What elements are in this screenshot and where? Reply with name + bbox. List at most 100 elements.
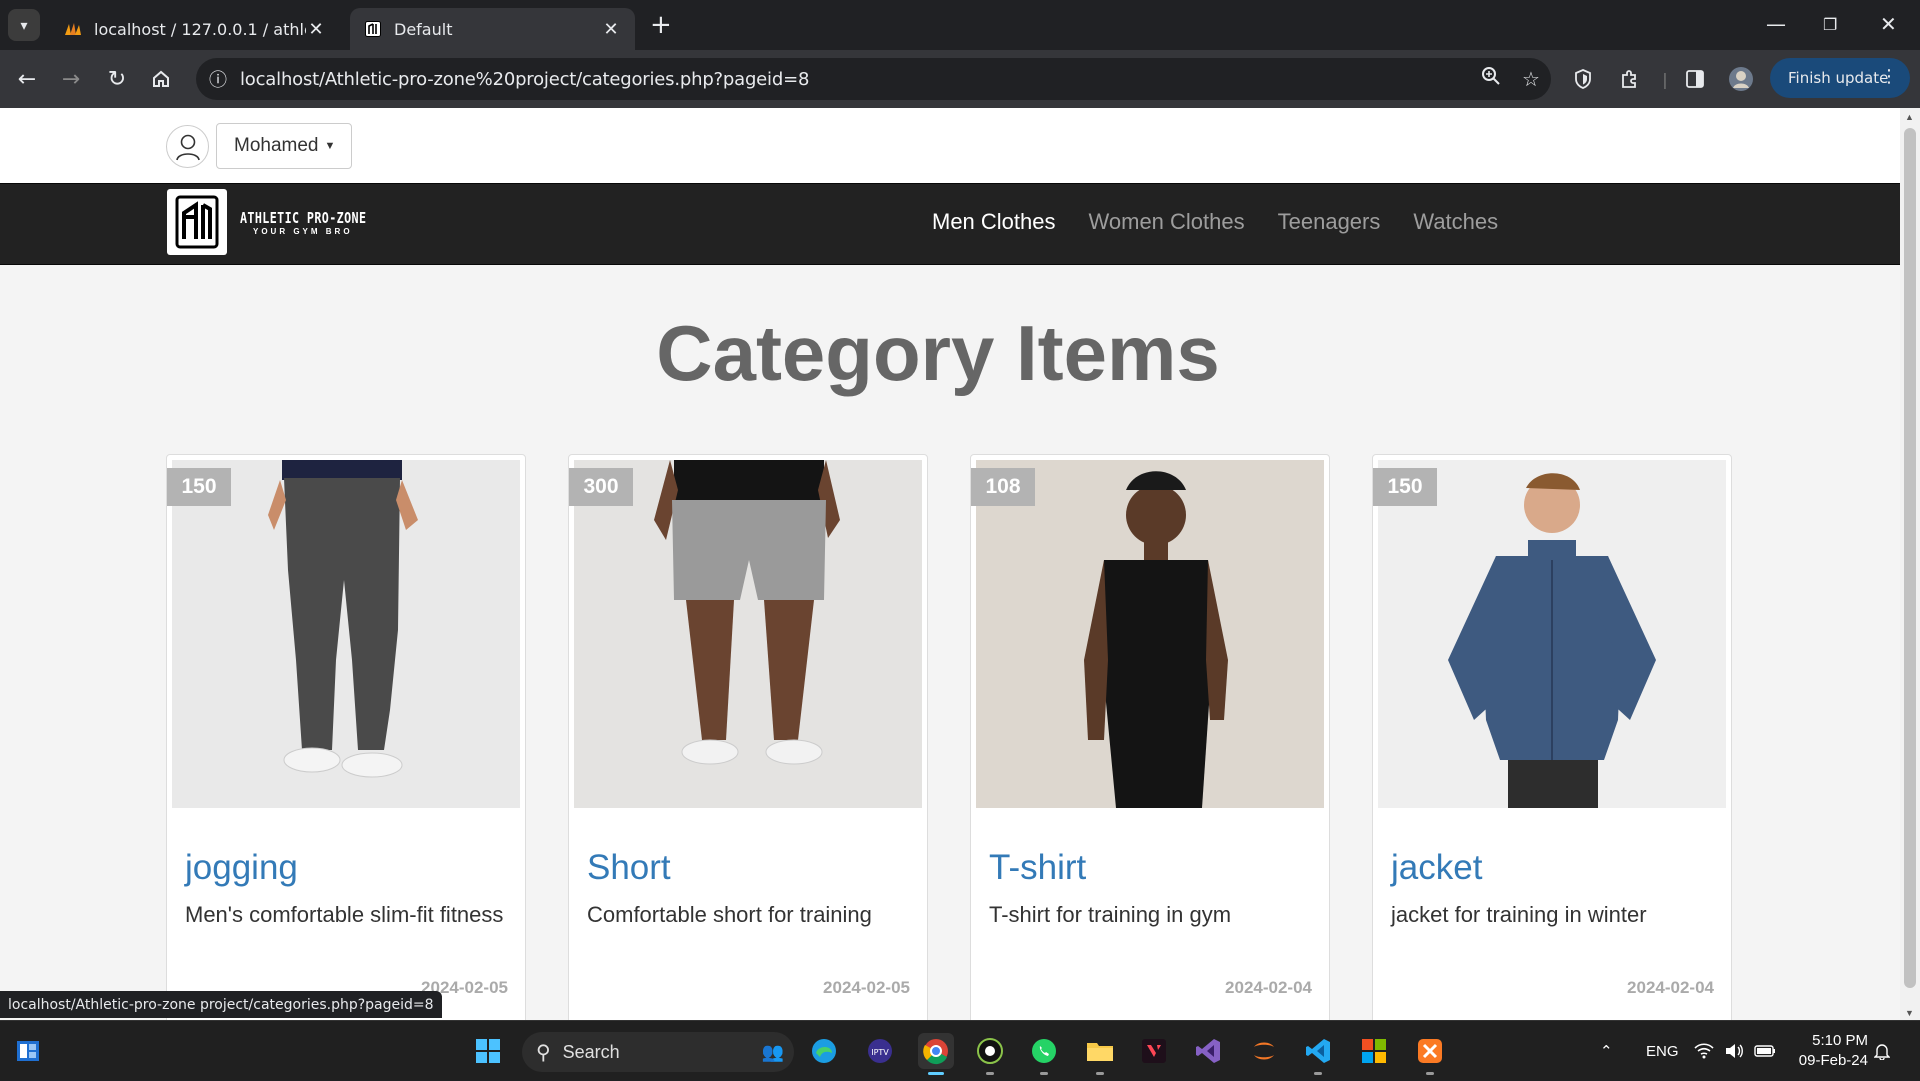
product-card[interactable]: 150 jacket jacket for training in winter… [1372, 454, 1732, 1020]
wifi-icon[interactable] [1694, 1021, 1714, 1081]
vscode-icon[interactable] [1300, 1033, 1336, 1075]
widgets-icon[interactable] [10, 1033, 46, 1069]
shield-extension-icon[interactable] [1568, 64, 1598, 94]
product-description: T-shirt for training in gym [989, 902, 1232, 927]
more-menu-icon[interactable]: ⋮ [1880, 66, 1898, 87]
nav-link-men-clothes[interactable]: Men Clothes [932, 209, 1056, 235]
tab-phpmyadmin[interactable]: localhost / 127.0.0.1 / athletic_p ✕ [50, 8, 340, 50]
product-image-short[interactable] [574, 460, 922, 808]
search-icon: ⚲ [536, 1041, 551, 1064]
product-date: 2024-02-05 [823, 978, 910, 997]
price-badge: 300 [569, 468, 633, 506]
product-name-link[interactable]: jacket [1391, 848, 1482, 888]
brand-logo[interactable]: ATHLETIC PRO-ZONE YOUR GYM BRO [167, 189, 402, 255]
address-url[interactable]: localhost/Athletic-pro-zone%20project/ca… [240, 69, 1471, 90]
product-image-jacket[interactable] [1378, 460, 1726, 808]
reload-icon[interactable]: ↻ [102, 64, 132, 94]
price-badge: 108 [971, 468, 1035, 506]
new-tab-button[interactable]: + [650, 10, 672, 40]
chevron-down-icon: ▾ [20, 16, 28, 33]
profile-avatar-icon[interactable] [1726, 64, 1756, 94]
tab-title: Default [394, 19, 453, 39]
restore-icon[interactable]: ❐ [1823, 15, 1837, 34]
product-card[interactable]: 150 jogging Men's comfortable slim-fit f… [166, 454, 526, 1020]
browser-tab-bar: ▾ localhost / 127.0.0.1 / athletic_p ✕ D… [0, 0, 1920, 50]
product-name-link[interactable]: Short [587, 848, 671, 888]
jupyter-icon[interactable] [1246, 1033, 1282, 1069]
page-title: Category Items [656, 309, 1220, 397]
system-clock[interactable]: 5:10 PM 09-Feb-24 [1792, 1031, 1868, 1071]
forward-icon[interactable]: → [56, 64, 86, 94]
toolbar-divider: | [1662, 69, 1668, 89]
windows-start-icon[interactable] [470, 1033, 506, 1069]
iptv-icon[interactable]: IPTV [862, 1033, 898, 1069]
finish-update-button[interactable]: Finish update ⋮ [1770, 58, 1910, 98]
scroll-up-icon[interactable]: ▲ [1905, 112, 1914, 122]
close-icon[interactable]: ✕ [306, 19, 326, 40]
nav-link-watches[interactable]: Watches [1413, 209, 1498, 235]
tab-default[interactable]: Default ✕ [350, 8, 635, 50]
scrollbar-thumb[interactable] [1904, 128, 1916, 988]
xampp-icon[interactable] [1412, 1033, 1448, 1075]
brand-title: ATHLETIC PRO-ZONE [240, 208, 367, 227]
minimize-icon[interactable]: — [1766, 12, 1786, 36]
product-name-link[interactable]: T-shirt [989, 848, 1086, 888]
bookmark-star-icon[interactable]: ☆ [1511, 67, 1551, 92]
home-icon[interactable] [146, 64, 176, 94]
nav-link-teenagers[interactable]: Teenagers [1278, 209, 1381, 235]
whatsapp-icon[interactable] [1026, 1033, 1062, 1075]
volume-icon[interactable] [1724, 1021, 1744, 1081]
tray-overflow-icon[interactable]: ⌃ [1600, 1021, 1613, 1081]
brand-tagline: YOUR GYM BRO [253, 226, 353, 236]
running-indicator [1096, 1072, 1104, 1075]
tab-title: localhost / 127.0.0.1 / athletic_p [94, 19, 306, 39]
address-bar[interactable]: ⓘ localhost/Athletic-pro-zone%20project/… [196, 58, 1551, 100]
window-close-icon[interactable]: ✕ [1880, 12, 1897, 36]
file-explorer-icon[interactable] [1082, 1033, 1118, 1075]
battery-icon[interactable] [1754, 1021, 1776, 1081]
search-label: Search [562, 1041, 620, 1062]
product-name-link[interactable]: jogging [185, 848, 298, 888]
edge-icon[interactable] [806, 1033, 842, 1069]
product-image-jogging[interactable] [172, 460, 520, 808]
chrome-icon[interactable] [918, 1033, 954, 1075]
username-label: Mohamed [234, 135, 319, 156]
phpmyadmin-favicon-icon [64, 20, 82, 38]
scroll-down-icon[interactable]: ▼ [1905, 1008, 1914, 1018]
finish-update-label: Finish update [1788, 69, 1889, 87]
page-scrollbar[interactable]: ▲ ▼ [1900, 108, 1920, 1020]
side-panel-icon[interactable] [1680, 64, 1710, 94]
obs-icon[interactable] [972, 1033, 1008, 1075]
user-dropdown-button[interactable]: Mohamed ▼ [216, 123, 352, 169]
running-indicator [1426, 1072, 1434, 1075]
extensions-puzzle-icon[interactable] [1614, 64, 1644, 94]
paint-app-icon[interactable] [1356, 1033, 1392, 1069]
site-info-icon[interactable]: ⓘ [196, 66, 240, 92]
close-icon[interactable]: ✕ [601, 19, 621, 40]
language-indicator[interactable]: ENG [1646, 1021, 1679, 1081]
product-image-tshirt[interactable] [976, 460, 1324, 808]
valorant-icon[interactable] [1136, 1033, 1172, 1069]
product-description: Comfortable short for training [587, 902, 872, 927]
athletic-logo-favicon-icon [364, 20, 382, 38]
visual-studio-icon[interactable] [1190, 1033, 1226, 1069]
product-card[interactable]: 300 Short Comfortable short for training… [568, 454, 928, 1020]
athletic-logo-icon [167, 189, 227, 255]
product-description: Men's comfortable slim-fit fitness [185, 902, 504, 927]
product-card[interactable]: 108 T-shirt T-shirt for training in gym … [970, 454, 1330, 1020]
user-avatar-icon [166, 125, 209, 168]
zoom-icon[interactable] [1471, 66, 1511, 92]
link-status-bubble: localhost/Athletic-pro-zone project/cate… [0, 991, 442, 1018]
svg-text:IPTV: IPTV [871, 1048, 889, 1057]
tab-search-button[interactable]: ▾ [8, 9, 40, 41]
nav-link-women-clothes[interactable]: Women Clothes [1089, 209, 1245, 235]
back-icon[interactable]: ← [12, 64, 42, 94]
active-indicator [928, 1072, 944, 1075]
nav-links: Men Clothes Women Clothes Teenagers Watc… [932, 209, 1531, 235]
product-description: jacket for training in winter [1391, 902, 1647, 927]
page-viewport: Mohamed ▼ ATHLETIC PRO-ZONE YOUR GYM BRO… [0, 108, 1900, 1020]
notification-bell-icon[interactable] [1874, 1021, 1890, 1081]
user-bar: Mohamed ▼ [0, 108, 1900, 183]
taskbar-search[interactable]: ⚲ Search 👥 [522, 1032, 794, 1072]
browser-toolbar: ← → ↻ ⓘ localhost/Athletic-pro-zone%20pr… [0, 50, 1920, 108]
